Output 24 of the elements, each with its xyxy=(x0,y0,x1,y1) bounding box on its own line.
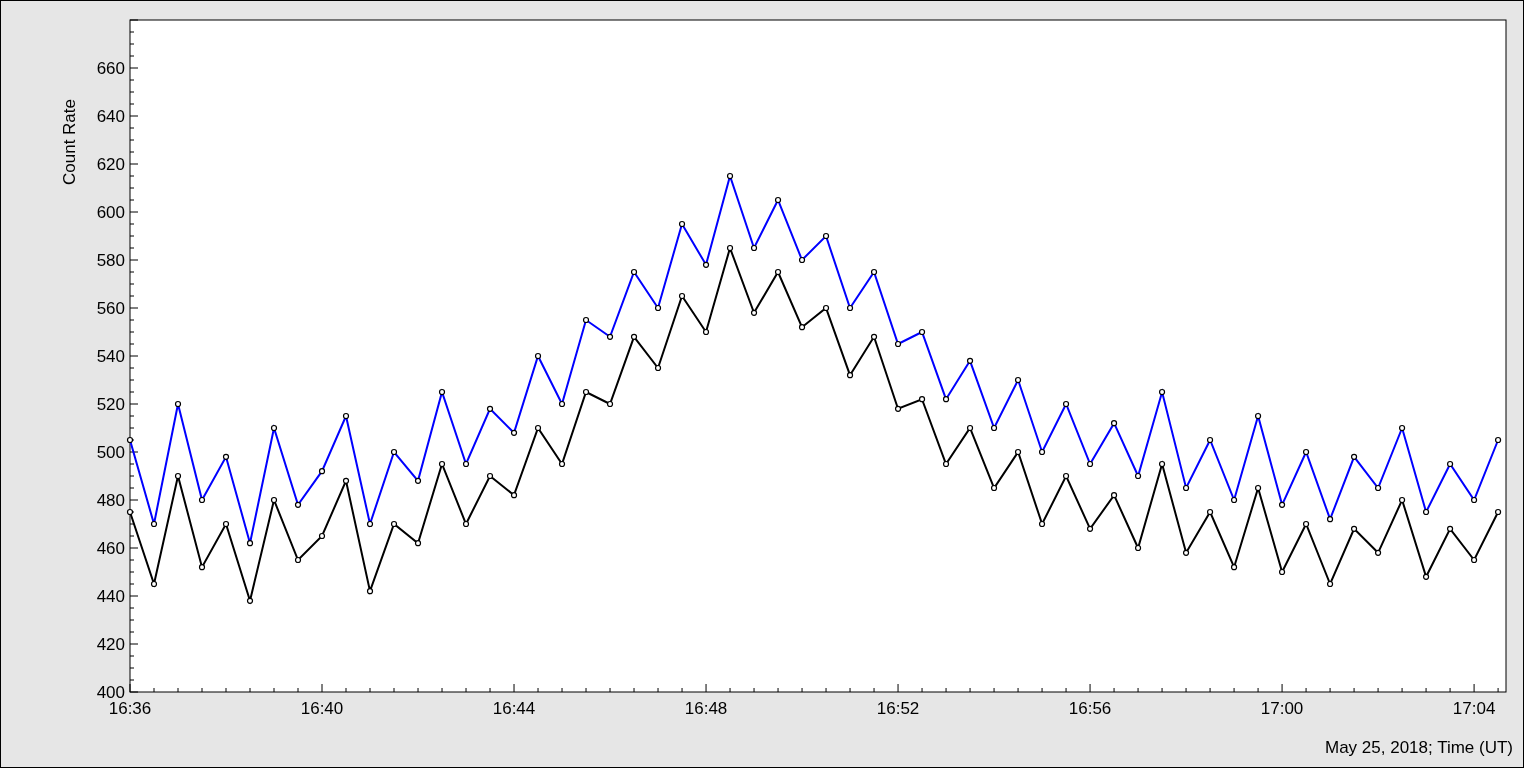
y-tick-label: 400 xyxy=(96,683,125,702)
y-tick-label: 520 xyxy=(96,395,125,414)
x-tick-label: 16:56 xyxy=(1068,699,1112,718)
x-tick-label: 17:04 xyxy=(1452,699,1496,718)
x-tick-label: 16:44 xyxy=(492,699,536,718)
x-axis-label: May 25, 2018; Time (UT) xyxy=(1325,738,1513,757)
y-tick-label: 620 xyxy=(96,155,125,174)
x-tick-label: 16:52 xyxy=(876,699,920,718)
y-tick-label: 580 xyxy=(96,251,125,270)
x-tick-label: 16:48 xyxy=(684,699,728,718)
y-tick-label: 500 xyxy=(96,443,125,462)
y-tick-label: 660 xyxy=(96,59,125,78)
x-tick-label: 17:00 xyxy=(1260,699,1304,718)
y-tick-label: 640 xyxy=(96,107,125,126)
y-tick-label: 460 xyxy=(96,539,125,558)
y-tick-label: 540 xyxy=(96,347,125,366)
y-tick-label: 440 xyxy=(96,587,125,606)
y-tick-label: 480 xyxy=(96,491,125,510)
y-axis-label: Count Rate xyxy=(60,99,79,185)
x-tick-label: 16:40 xyxy=(300,699,344,718)
y-tick-label: 420 xyxy=(96,635,125,654)
y-tick-label: 600 xyxy=(96,203,125,222)
y-tick-label: 560 xyxy=(96,299,125,318)
x-tick-label: 16:36 xyxy=(108,699,152,718)
